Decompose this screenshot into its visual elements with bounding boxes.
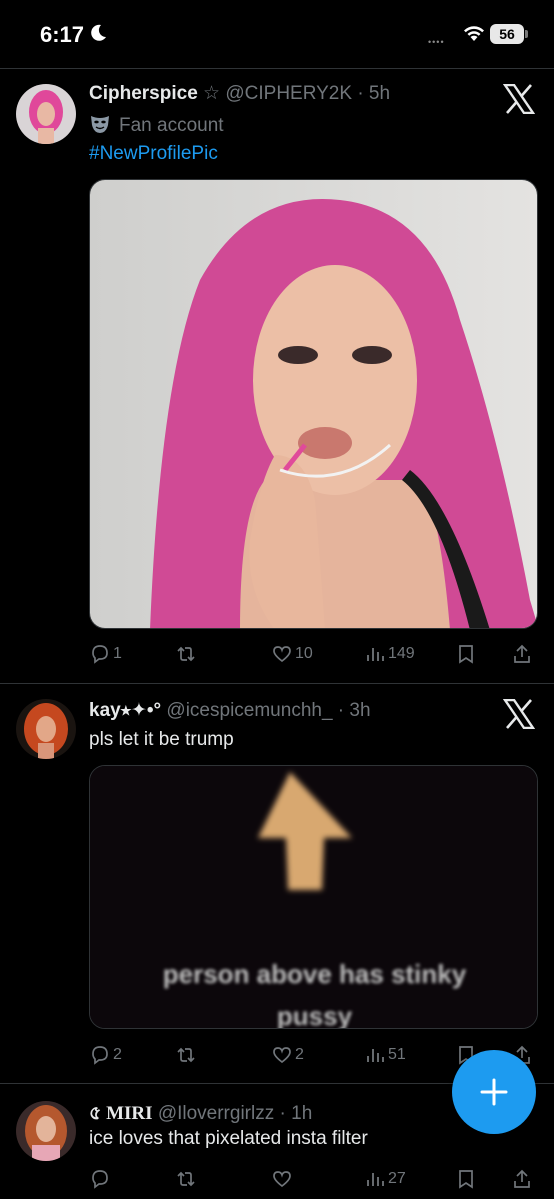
fan-account-text: Fan account [119,115,224,136]
timestamp: · 1h [279,1103,313,1124]
x-logo-icon[interactable] [503,84,535,114]
share-button[interactable] [511,1166,533,1192]
avatar[interactable] [16,1101,76,1161]
avatar-image [16,699,76,759]
reply-icon [92,645,108,664]
mask-icon [91,116,109,133]
retweet-icon [177,1047,195,1063]
handle[interactable]: @Iloverrgirlzz [158,1103,274,1124]
handle[interactable]: @CIPHERY2K [225,83,352,104]
share-icon [514,644,530,663]
like-icon [273,1171,291,1188]
moon-icon [91,24,106,41]
views-button[interactable]: 149 [364,641,415,667]
retweet-button[interactable] [175,641,199,667]
compose-plus-icon [480,1078,508,1106]
handle[interactable]: @icespicemunchh_ [166,700,332,721]
like-button[interactable] [271,1166,295,1192]
views-count: 27 [388,1170,406,1187]
wifi-icon [464,26,484,41]
battery-level: 56 [490,24,524,44]
share-button[interactable] [511,641,533,667]
retweet-icon [177,1171,195,1187]
like-count: 10 [295,645,313,662]
status-bar: 6:17 •••• 56 [0,0,554,68]
avatar[interactable] [16,84,76,144]
tweet[interactable]: Cipherspice ☆ @CIPHERY2K · 5h Fan accoun… [0,68,554,683]
meme-caption-line2: pussy [276,1000,353,1029]
meme-caption-line1: person above has stinky [162,959,467,989]
avatar[interactable] [16,699,76,759]
like-button[interactable]: 2 [271,1042,304,1068]
views-icon [367,1049,384,1062]
retweet-icon [177,646,195,662]
retweet-button[interactable] [175,1166,199,1192]
tweet[interactable]: kay⭑✦•° @icespicemunchh_ · 3h pls let it… [0,683,554,1083]
tweet-header: kay⭑✦•° @icespicemunchh_ · 3h [89,699,371,722]
like-count: 2 [295,1046,304,1063]
display-name[interactable]: ৫ MIRI [89,1103,153,1124]
reply-count: 1 [113,645,122,662]
reply-button[interactable]: 2 [89,1042,122,1068]
share-icon [514,1169,530,1188]
views-count: 149 [388,645,415,662]
tweet-media[interactable] [89,179,538,629]
display-name[interactable]: Cipherspice [89,83,198,104]
name-badge: ☆ [203,83,221,104]
reply-icon [92,1046,108,1065]
timestamp: · 3h [337,700,371,721]
tweet-actions: 27 [89,1166,538,1192]
tweet-header: ৫ MIRI @Iloverrgirlzz · 1h [89,1099,312,1131]
bookmark-button[interactable] [455,641,477,667]
reply-icon [92,1170,108,1189]
views-button[interactable]: 51 [364,1042,406,1068]
reply-count: 2 [113,1046,122,1063]
views-button[interactable]: 27 [364,1166,406,1192]
tweet-header: Cipherspice ☆ @CIPHERY2K · 5h [89,82,390,105]
tweet-media[interactable]: person above has stinky pussy [89,765,538,1029]
display-name[interactable]: kay⭑✦•° [89,700,161,721]
meme-caption: person above has stinky pussy [90,954,537,1029]
views-icon [367,1173,384,1186]
x-logo-icon[interactable] [503,699,535,729]
tweet-actions: 1 10 149 [89,641,538,667]
tweet-text: ice loves that pixelated insta filter [89,1128,368,1149]
status-time: 6:17 [40,22,85,47]
bookmark-icon [459,645,473,664]
views-count: 51 [388,1046,406,1063]
like-button[interactable]: 10 [271,641,313,667]
like-icon [273,1047,291,1064]
bookmark-button[interactable] [455,1166,477,1192]
fan-account-label: Fan account [89,114,224,137]
compose-button[interactable] [452,1050,536,1134]
reply-button[interactable]: 1 [89,641,122,667]
retweet-button[interactable] [175,1042,199,1068]
avatar-image [16,84,76,144]
like-icon [273,646,291,663]
hashtag-link[interactable]: #NewProfilePic [89,143,218,165]
views-icon [367,648,384,661]
timestamp: · 5h [357,83,391,104]
battery-tip [525,30,528,38]
reply-button[interactable] [89,1166,113,1192]
profile-photo [90,180,537,628]
bookmark-icon [459,1170,473,1189]
tweet-text: pls let it be trump [89,729,234,750]
signal-dots: •••• [428,37,445,47]
avatar-image [16,1101,76,1161]
